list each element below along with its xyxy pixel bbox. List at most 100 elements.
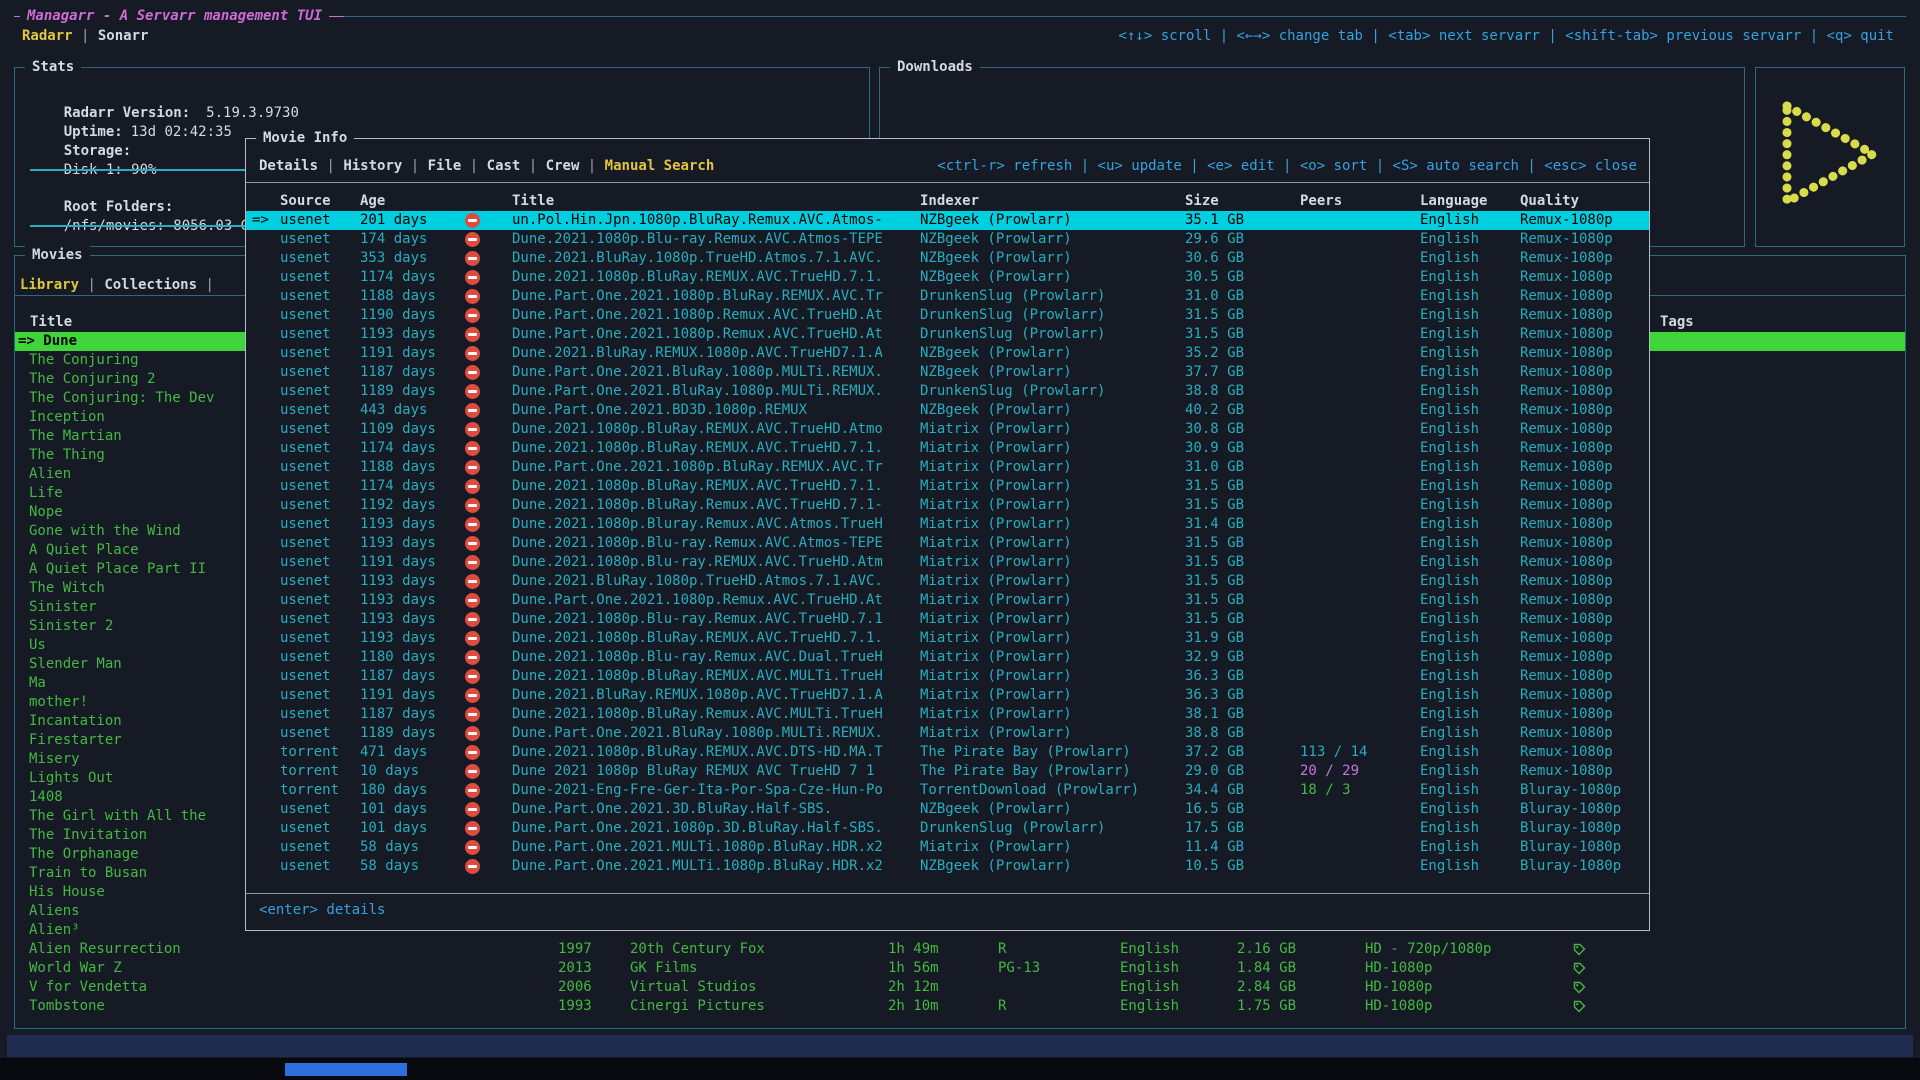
release-row[interactable]: torrent10 daysDune 2021 1080p BluRay REM… xyxy=(246,762,1649,781)
movie-title: Train to Busan xyxy=(29,865,147,881)
release-indexer: NZBgeek (Prowlarr) xyxy=(920,800,1072,819)
movie-quality: HD-1080p xyxy=(1365,997,1432,1016)
release-row[interactable]: usenet1190 daysDune.Part.One.2021.1080p.… xyxy=(246,306,1649,325)
storage-line: Storage: xyxy=(30,123,131,142)
release-row[interactable]: usenet1193 daysDune.2021.1080p.Blu-ray.R… xyxy=(246,534,1649,553)
movie-list-item[interactable]: V for Vendetta2006Virtual Studios2h 12mE… xyxy=(15,978,1905,997)
movie-title: Alien³ xyxy=(29,922,80,938)
release-row[interactable]: usenet1109 daysDune.2021.1080p.BluRay.RE… xyxy=(246,420,1649,439)
release-language: English xyxy=(1420,287,1479,306)
movie-list-item[interactable]: World War Z2013GK Films1h 56mPG-13Englis… xyxy=(15,959,1905,978)
release-row[interactable]: usenet1174 daysDune.2021.1080p.BluRay.RE… xyxy=(246,477,1649,496)
release-language: English xyxy=(1420,572,1479,591)
release-age: 1193 days xyxy=(360,629,436,648)
selection-marker: => xyxy=(18,333,43,349)
release-quality: Remux-1080p xyxy=(1520,496,1613,515)
rejection-icon xyxy=(465,365,480,380)
release-source: usenet xyxy=(280,857,331,876)
release-indexer: Miatrix (Prowlarr) xyxy=(920,667,1072,686)
release-quality: Remux-1080p xyxy=(1520,591,1613,610)
release-row[interactable]: usenet1191 daysDune.2021.1080p.Blu-ray.R… xyxy=(246,553,1649,572)
movie-language: English xyxy=(1120,997,1179,1016)
release-quality: Remux-1080p xyxy=(1520,515,1613,534)
release-row[interactable]: usenet1174 daysDune.2021.1080p.BluRay.RE… xyxy=(246,439,1649,458)
movie-title: Aliens xyxy=(29,903,80,919)
release-row[interactable]: =>usenet201 daysun.Pol.Hin.Jpn.1080p.Blu… xyxy=(246,211,1649,230)
release-row[interactable]: usenet58 daysDune.Part.One.2021.MULTi.10… xyxy=(246,838,1649,857)
movie-title: Misery xyxy=(29,751,80,767)
release-row[interactable]: usenet101 daysDune.Part.One.2021.3D.BluR… xyxy=(246,800,1649,819)
movie-title: The Conjuring xyxy=(29,352,139,368)
release-source: usenet xyxy=(280,591,331,610)
release-row[interactable]: usenet1180 daysDune.2021.1080p.Blu-ray.R… xyxy=(246,648,1649,667)
release-row[interactable]: usenet443 daysDune.Part.One.2021.BD3D.10… xyxy=(246,401,1649,420)
release-row[interactable]: usenet174 daysDune.2021.1080p.Blu-ray.Re… xyxy=(246,230,1649,249)
release-age: 1191 days xyxy=(360,553,436,572)
release-row[interactable]: usenet353 daysDune.2021.BluRay.1080p.Tru… xyxy=(246,249,1649,268)
release-indexer: Miatrix (Prowlarr) xyxy=(920,648,1072,667)
release-row[interactable]: usenet1193 daysDune.2021.1080p.Bluray.Re… xyxy=(246,515,1649,534)
release-row[interactable]: torrent471 daysDune.2021.1080p.BluRay.RE… xyxy=(246,743,1649,762)
release-row[interactable]: usenet1192 daysDune.2021.1080p.BluRay.Re… xyxy=(246,496,1649,515)
movie-title: Life xyxy=(29,485,63,501)
movie-studio: GK Films xyxy=(630,959,697,978)
rejection-icon xyxy=(465,631,480,646)
movie-year: 2013 xyxy=(558,959,592,978)
release-size: 35.2 GB xyxy=(1185,344,1244,363)
release-quality: Remux-1080p xyxy=(1520,249,1613,268)
release-row[interactable]: usenet1174 daysDune.2021.1080p.BluRay.RE… xyxy=(246,268,1649,287)
movie-title: A Quiet Place xyxy=(29,542,139,558)
release-quality: Remux-1080p xyxy=(1520,268,1613,287)
release-language: English xyxy=(1420,363,1479,382)
release-row[interactable]: usenet1193 daysDune.Part.One.2021.1080p.… xyxy=(246,591,1649,610)
movie-certification: PG-13 xyxy=(998,959,1040,978)
release-indexer: DrunkenSlug (Prowlarr) xyxy=(920,819,1105,838)
release-row[interactable]: usenet1188 daysDune.Part.One.2021.1080p.… xyxy=(246,287,1649,306)
managarr-logo-icon xyxy=(1775,94,1885,220)
release-row[interactable]: usenet1193 daysDune.2021.1080p.BluRay.RE… xyxy=(246,629,1649,648)
release-row[interactable]: usenet1187 daysDune.Part.One.2021.BluRay… xyxy=(246,363,1649,382)
rejection-icon xyxy=(465,536,480,551)
release-row[interactable]: usenet1191 daysDune.2021.BluRay.REMUX.10… xyxy=(246,686,1649,705)
release-row[interactable]: usenet1191 daysDune.2021.BluRay.REMUX.10… xyxy=(246,344,1649,363)
servarr-tab-radarr[interactable]: Radarr xyxy=(22,28,73,44)
release-language: English xyxy=(1420,515,1479,534)
release-row[interactable]: torrent180 daysDune-2021-Eng-Fre-Ger-Ita… xyxy=(246,781,1649,800)
release-size: 11.4 GB xyxy=(1185,838,1244,857)
release-row[interactable]: usenet1187 daysDune.2021.1080p.BluRay.Re… xyxy=(246,705,1649,724)
release-row[interactable]: usenet1193 daysDune.Part.One.2021.1080p.… xyxy=(246,325,1649,344)
release-row[interactable]: usenet1187 daysDune.2021.1080p.BluRay.RE… xyxy=(246,667,1649,686)
release-indexer: Miatrix (Prowlarr) xyxy=(920,686,1072,705)
rejection-icon xyxy=(465,650,480,665)
release-language: English xyxy=(1420,268,1479,287)
release-language: English xyxy=(1420,648,1479,667)
movie-title: Sinister xyxy=(29,599,96,615)
movie-studio: Virtual Studios xyxy=(630,978,756,997)
rejection-icon xyxy=(465,384,480,399)
release-row[interactable]: usenet1193 daysDune.2021.1080p.Blu-ray.R… xyxy=(246,610,1649,629)
release-size: 29.0 GB xyxy=(1185,762,1244,781)
release-source: torrent xyxy=(280,781,339,800)
movie-title: The Girl with All the xyxy=(29,808,206,824)
release-language: English xyxy=(1420,705,1479,724)
movie-list-item[interactable]: Tombstone1993Cinergi Pictures2h 10mREngl… xyxy=(15,997,1905,1016)
release-row[interactable]: usenet101 daysDune.Part.One.2021.1080p.3… xyxy=(246,819,1649,838)
release-row[interactable]: usenet1189 daysDune.Part.One.2021.BluRay… xyxy=(246,382,1649,401)
stats-panel-title: Stats xyxy=(25,58,81,77)
servarr-tab-sonarr[interactable]: Sonarr xyxy=(98,28,149,44)
release-size: 29.6 GB xyxy=(1185,230,1244,249)
release-quality: Remux-1080p xyxy=(1520,762,1613,781)
release-indexer: Miatrix (Prowlarr) xyxy=(920,629,1072,648)
release-title: Dune.2021.1080p.BluRay.REMUX.AVC.TrueHD.… xyxy=(512,268,909,287)
release-source: usenet xyxy=(280,306,331,325)
release-age: 1191 days xyxy=(360,344,436,363)
release-age: 1187 days xyxy=(360,363,436,382)
release-row[interactable]: usenet1188 daysDune.Part.One.2021.1080p.… xyxy=(246,458,1649,477)
movie-list-item[interactable]: Alien Resurrection199720th Century Fox1h… xyxy=(15,940,1905,959)
release-row[interactable]: usenet1189 daysDune.Part.One.2021.BluRay… xyxy=(246,724,1649,743)
release-quality: Bluray-1080p xyxy=(1520,781,1621,800)
release-size: 31.4 GB xyxy=(1185,515,1244,534)
release-row[interactable]: usenet58 daysDune.Part.One.2021.MULTi.10… xyxy=(246,857,1649,876)
release-row[interactable]: usenet1193 daysDune.2021.BluRay.1080p.Tr… xyxy=(246,572,1649,591)
uptime-line: Uptime:13d 02:42:35 xyxy=(30,104,232,123)
